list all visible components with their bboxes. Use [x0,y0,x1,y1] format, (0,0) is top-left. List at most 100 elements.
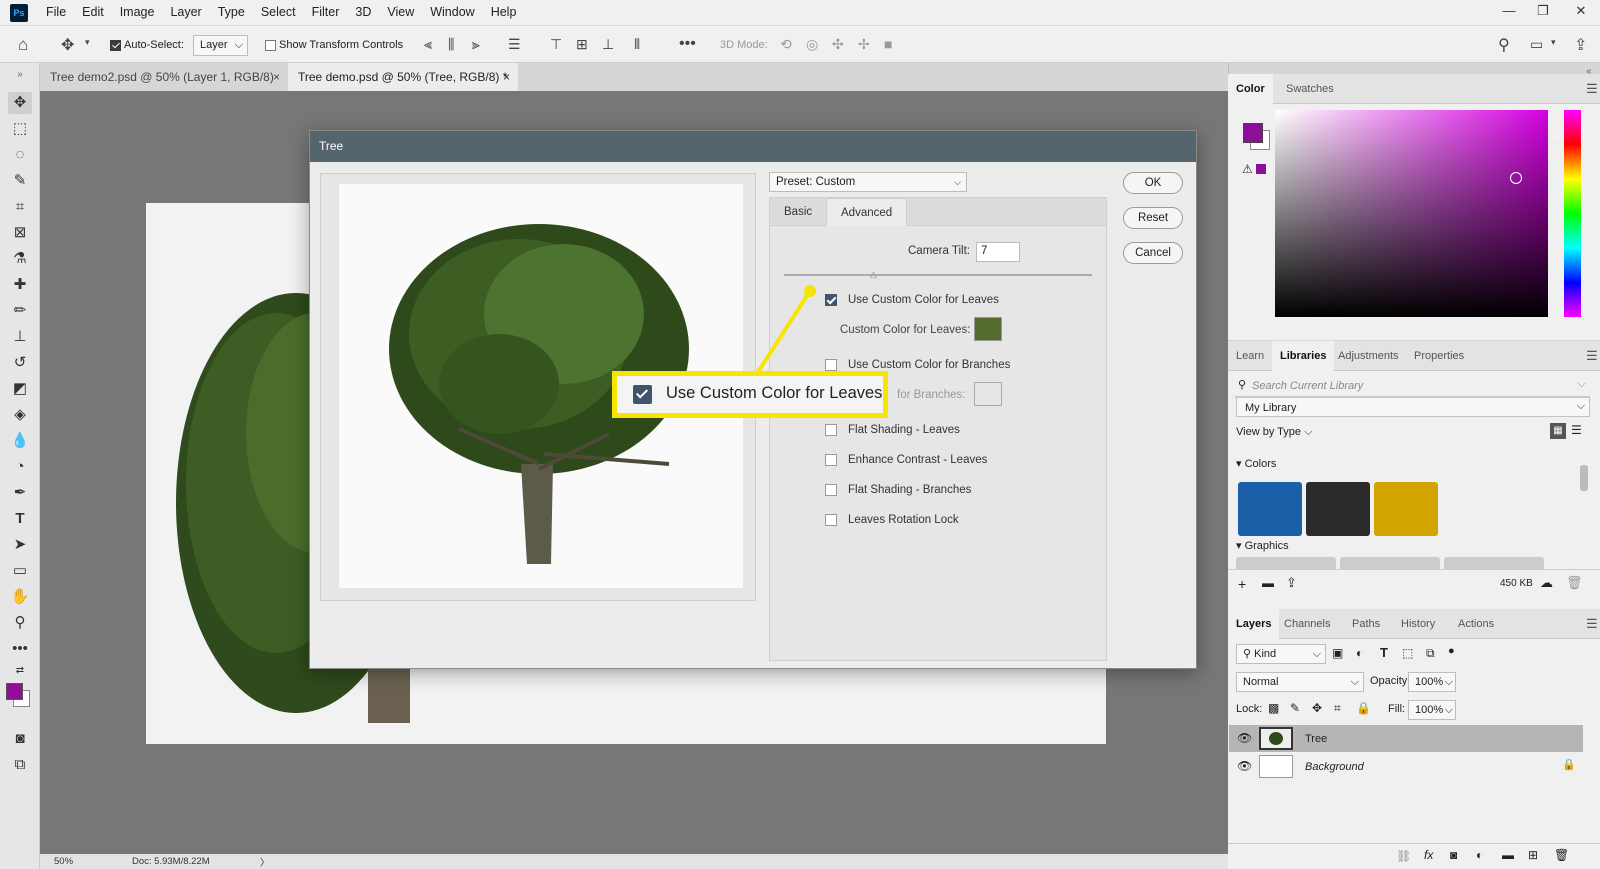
orbit-3d-icon[interactable]: ⟲ [780,36,792,53]
quick-mask-icon[interactable]: ◙ [8,728,32,750]
view-by-dropdown[interactable]: View by Type ⌵ [1236,426,1312,439]
foreground-color-swatch[interactable] [6,683,23,700]
tab-properties[interactable]: Properties [1406,341,1472,371]
pixel-filter-icon[interactable]: ▣ [1332,646,1343,660]
tab-libraries[interactable]: Libraries [1272,341,1335,371]
layer-filter-dropdown[interactable]: ⚲ Kind ⌵ [1236,644,1326,664]
screen-mode-icon[interactable]: ⧉ [8,754,32,776]
move-tool-icon[interactable]: ✥ [8,92,32,114]
add-mask-icon[interactable]: ◙ [1450,848,1457,862]
shape-filter-icon[interactable]: ⬚ [1402,646,1413,660]
lock-brush-icon[interactable]: ✎ [1290,701,1300,715]
type-tool-icon[interactable]: T [8,508,32,530]
menu-edit[interactable]: Edit [74,0,112,25]
align-middle-icon[interactable]: ⊞ [576,36,588,53]
path-select-icon[interactable]: ➤ [8,534,32,556]
paint-bucket-icon[interactable]: ◈ [8,404,32,426]
graphics-heading[interactable]: ▾ Graphics [1236,539,1289,552]
align-left-icon[interactable]: ⫷ [424,36,432,53]
tab-advanced[interactable]: Advanced [826,198,908,226]
workspace-icon[interactable]: ▭ [1530,36,1543,53]
restore-icon[interactable]: ❐ [1526,0,1560,22]
tab-basic[interactable]: Basic [770,198,826,226]
close-icon[interactable]: × [273,63,280,91]
blend-mode-dropdown[interactable]: Normal ⌵ [1236,672,1364,692]
zoom-level[interactable]: 50% [54,856,73,867]
quick-select-tool-icon[interactable]: ✎ [8,170,32,192]
leaf-color-swatch[interactable] [974,317,1002,341]
link-layers-icon[interactable]: ⛓ [1396,849,1411,863]
pen-tool-icon[interactable]: ✒ [8,482,32,504]
crop-tool-icon[interactable]: ⌗ [8,196,32,218]
close-icon[interactable]: × [503,63,510,91]
tab-actions[interactable]: Actions [1450,609,1502,639]
menu-select[interactable]: Select [253,0,304,25]
tab-learn[interactable]: Learn [1228,341,1272,371]
eyedropper-tool-icon[interactable]: ⚗ [8,248,32,270]
cancel-button[interactable]: Cancel [1123,242,1183,264]
distribute-icon[interactable]: ☰ [508,36,521,53]
graphic-thumb[interactable] [1236,557,1336,569]
out-of-gamut-color[interactable] [1256,164,1266,174]
close-window-icon[interactable]: ✕ [1564,0,1598,22]
group-icon[interactable]: ▬ [1502,848,1514,862]
align-center-icon[interactable]: ⫼ [448,36,454,53]
flat-shading-leaves-checkbox[interactable] [825,424,837,436]
panel-menu-icon[interactable]: ☰ [1578,341,1600,371]
lock-icon[interactable]: 🔒 [1562,758,1576,771]
panel-menu-icon[interactable]: ☰ [1578,609,1600,639]
align-top-icon[interactable]: ⊤ [550,36,562,53]
more-tools-icon[interactable]: ••• [8,638,32,660]
layer-name[interactable]: Tree [1305,733,1327,745]
chevron-down-icon[interactable]: ▾ [1551,37,1556,48]
swap-colors-icon[interactable]: ⇄ [8,660,32,682]
stamp-tool-icon[interactable]: ⊥ [8,326,32,348]
dodge-tool-icon[interactable]: ◔ [8,456,32,478]
healing-brush-icon[interactable]: ✚ [8,274,32,296]
menu-view[interactable]: View [379,0,422,25]
auto-select-checkbox[interactable] [110,40,121,51]
warning-icon[interactable]: ⚠ [1242,162,1253,176]
tab-channels[interactable]: Channels [1276,609,1338,639]
layer-row[interactable]: 👁 Tree [1229,725,1583,752]
status-menu-icon[interactable]: 〉 [260,855,270,869]
add-icon[interactable]: + [1238,576,1246,592]
library-dropdown[interactable]: My Library ⌵ [1236,397,1590,417]
library-search[interactable]: ⚲ Search Current Library ⌵ [1234,375,1590,397]
camera-tilt-slider-thumb[interactable]: △ [870,269,877,280]
lock-all-icon[interactable]: 🔒 [1356,701,1371,715]
roll-3d-icon[interactable]: ◎ [806,36,818,53]
more-options-icon[interactable]: ••• [679,35,696,53]
library-scrollbar[interactable] [1580,465,1588,491]
visibility-eye-icon[interactable]: 👁 [1237,759,1252,773]
cloud-icon[interactable]: ☁ [1540,575,1553,591]
tab-layers[interactable]: Layers [1228,609,1280,639]
tab-swatches[interactable]: Swatches [1278,74,1342,104]
move-tool-icon[interactable]: ✥ [61,35,74,55]
show-transform-checkbox[interactable] [265,40,276,51]
fx-icon[interactable]: fx [1424,848,1433,862]
menu-layer[interactable]: Layer [162,0,209,25]
library-color-swatch[interactable] [1238,482,1302,536]
align-right-icon[interactable]: ⫸ [472,36,480,53]
menu-filter[interactable]: Filter [304,0,348,25]
pan-3d-icon[interactable]: ✣ [832,36,844,53]
dialog-title[interactable]: Tree [310,131,1196,162]
trash-icon[interactable]: 🗑 [1554,848,1569,862]
menu-3d[interactable]: 3D [347,0,379,25]
tab-tree-demo[interactable]: Tree demo.psd @ 50% (Tree, RGB/8) * × [288,63,518,91]
color-picker-marker[interactable] [1510,172,1522,184]
lock-position-icon[interactable]: ✥ [1312,701,1322,715]
frame-tool-icon[interactable]: ⊠ [8,222,32,244]
auto-select-dropdown[interactable]: Layer ⌵ [193,35,248,56]
adjustment-layer-icon[interactable]: ◐ [1476,848,1483,862]
distribute-vertical-icon[interactable]: ⦀ [634,36,640,53]
branch-color-swatch[interactable] [974,382,1002,406]
lock-transparent-icon[interactable]: ▩ [1268,701,1279,715]
hand-tool-icon[interactable]: ✋ [8,586,32,608]
library-color-swatch[interactable] [1306,482,1370,536]
align-bottom-icon[interactable]: ⊥ [602,36,614,53]
history-brush-icon[interactable]: ↺ [8,352,32,374]
leaves-rotation-lock-checkbox[interactable] [825,514,837,526]
trash-icon[interactable]: 🗑 [1566,575,1583,591]
